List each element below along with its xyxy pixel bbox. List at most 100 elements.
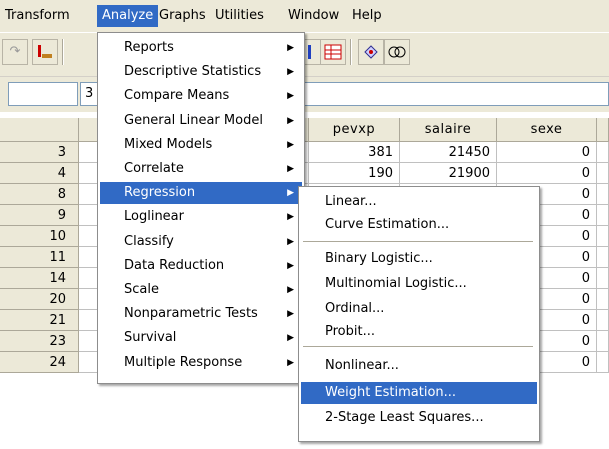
analyze-menu-item-loglinear[interactable]: Loglinear ▶ — [100, 206, 302, 228]
row-number[interactable]: 21 — [0, 310, 79, 331]
analyze-menu-item-reports[interactable]: Reports ▶ — [100, 37, 302, 59]
analyze-menu-item-mixed-models[interactable]: Mixed Models ▶ — [100, 134, 302, 156]
menu-item-label: General Linear Model — [124, 112, 263, 128]
row-number[interactable]: 4 — [0, 163, 79, 184]
redo-icon[interactable]: ↷ — [2, 39, 28, 65]
regression-menu-item-ordinal[interactable]: Ordinal... — [301, 298, 537, 320]
grid-cell[interactable] — [597, 184, 609, 205]
row-number[interactable]: 20 — [0, 289, 79, 310]
grid-cell[interactable]: 21900 — [400, 163, 497, 184]
menu-item-label: Multiple Response — [124, 354, 243, 370]
column-header[interactable] — [597, 118, 609, 142]
regression-menu-item-probit[interactable]: Probit... — [301, 321, 537, 343]
analyze-menu-item-multiple-response[interactable]: Multiple Response ▶ — [100, 352, 302, 374]
menu-item-label: Regression — [124, 185, 196, 201]
analyze-menu-item-regression[interactable]: Regression ▶ — [100, 182, 302, 205]
row-number[interactable]: 3 — [0, 142, 79, 163]
regression-menu-item-binary-logistic[interactable]: Binary Logistic... — [301, 248, 537, 270]
grid-cell[interactable] — [597, 247, 609, 268]
value-labels-icon[interactable] — [358, 39, 384, 65]
regression-submenu: Linear... Curve Estimation... Binary Logis… — [298, 186, 540, 442]
regression-menu-item-weight-estimation[interactable]: Weight Estimation... — [301, 382, 537, 404]
row-number[interactable]: 14 — [0, 268, 79, 289]
submenu-arrow-icon: ▶ — [287, 212, 294, 223]
cell-reference-box[interactable] — [8, 82, 78, 106]
submenu-arrow-icon: ▶ — [287, 188, 294, 199]
grid-cell[interactable] — [597, 289, 609, 310]
submenu-arrow-icon: ▶ — [287, 164, 294, 174]
row-number[interactable]: 11 — [0, 247, 79, 268]
analyze-menu: Reports ▶ Descriptive Statistics ▶ Compare M… — [97, 32, 305, 384]
submenu-arrow-icon: ▶ — [287, 236, 294, 247]
grid-cell[interactable] — [597, 310, 609, 331]
row-number[interactable]: 23 — [0, 331, 79, 352]
analyze-menu-item-descriptive-statistics[interactable]: Descriptive Statistics ▶ — [100, 61, 302, 83]
grid-cell[interactable] — [597, 163, 609, 184]
submenu-arrow-icon: ▶ — [287, 43, 294, 53]
grid-cell[interactable] — [597, 268, 609, 289]
select-cases-icon[interactable] — [320, 39, 346, 65]
grid-cell[interactable] — [597, 226, 609, 247]
row-number[interactable]: 10 — [0, 226, 79, 247]
grid-cell[interactable] — [597, 331, 609, 352]
menu-item-label: Mixed Models — [124, 136, 213, 152]
grid-cell[interactable]: 0 — [497, 163, 597, 184]
column-header-sexe[interactable]: sexe — [497, 118, 597, 142]
regression-menu-item-nonlinear[interactable]: Nonlinear... — [301, 355, 537, 377]
menu-window[interactable]: Window — [283, 5, 344, 27]
analyze-menu-item-data-reduction[interactable]: Data Reduction ▶ — [100, 255, 302, 277]
analyze-menu-item-general-linear-model[interactable]: General Linear Model ▶ — [100, 110, 302, 132]
grid-cell[interactable] — [597, 142, 609, 163]
submenu-arrow-icon: ▶ — [287, 260, 294, 271]
regression-menu-item-2-stage-least-squares[interactable]: 2-Stage Least Squares... — [301, 407, 537, 429]
use-sets-icon[interactable] — [384, 39, 410, 65]
menu-utilities[interactable]: Utilities — [210, 5, 269, 27]
menu-item-label: Correlate — [124, 161, 184, 176]
menu-separator — [303, 241, 533, 243]
menu-item-label: Nonparametric Tests — [124, 306, 258, 322]
submenu-arrow-icon: ▶ — [287, 139, 294, 150]
analyze-menu-item-compare-means[interactable]: Compare Means ▶ — [100, 85, 302, 107]
menu-transform[interactable]: Transform — [0, 5, 75, 27]
submenu-arrow-icon: ▶ — [287, 67, 294, 78]
menu-item-label: Compare Means — [124, 88, 230, 104]
column-header-pevxp[interactable]: pevxp — [309, 118, 400, 142]
grid-cell[interactable]: 21450 — [400, 142, 497, 163]
menu-help[interactable]: Help — [347, 5, 387, 27]
submenu-arrow-icon: ▶ — [287, 357, 294, 368]
analyze-menu-item-scale[interactable]: Scale ▶ — [100, 279, 302, 301]
menu-separator — [303, 346, 533, 348]
submenu-arrow-icon: ▶ — [287, 285, 294, 295]
menu-item-label: Classify — [124, 233, 174, 249]
row-number[interactable]: 8 — [0, 184, 79, 205]
menu-item-label: Descriptive Statistics — [124, 64, 262, 80]
row-number[interactable]: 24 — [0, 352, 79, 373]
menu-item-label: Data Reduction — [124, 257, 225, 273]
grid-corner — [0, 118, 79, 142]
analyze-menu-item-survival[interactable]: Survival ▶ — [100, 327, 302, 349]
grid-cell[interactable]: 381 — [309, 142, 400, 163]
menu-item-label: Scale — [124, 282, 159, 297]
submenu-arrow-icon: ▶ — [287, 309, 294, 320]
analyze-menu-item-correlate[interactable]: Correlate ▶ — [100, 158, 302, 180]
grid-cell[interactable]: 0 — [497, 142, 597, 163]
submenu-arrow-icon: ▶ — [287, 91, 294, 102]
analyze-menu-item-nonparametric-tests[interactable]: Nonparametric Tests ▶ — [100, 303, 302, 325]
menu-item-label: Loglinear — [124, 209, 184, 225]
regression-menu-item-curve-estimation[interactable]: Curve Estimation... — [301, 214, 537, 236]
menu-item-label: Reports — [124, 40, 174, 55]
grid-cell[interactable] — [597, 352, 609, 373]
submenu-arrow-icon: ▶ — [287, 115, 294, 126]
regression-menu-item-linear[interactable]: Linear... — [301, 191, 537, 213]
goto-case-icon[interactable] — [32, 39, 58, 65]
menu-item-label: Survival — [124, 330, 177, 346]
column-header-salaire[interactable]: salaire — [400, 118, 497, 142]
menu-analyze[interactable]: Analyze — [97, 5, 159, 27]
regression-menu-item-multinomial-logistic[interactable]: Multinomial Logistic... — [301, 273, 537, 295]
row-number[interactable]: 9 — [0, 205, 79, 226]
menu-graphs[interactable]: Graphs — [154, 5, 211, 27]
toolbar-separator — [62, 39, 64, 65]
analyze-menu-item-classify[interactable]: Classify ▶ — [100, 231, 302, 253]
grid-cell[interactable] — [597, 205, 609, 226]
grid-cell[interactable]: 190 — [309, 163, 400, 184]
